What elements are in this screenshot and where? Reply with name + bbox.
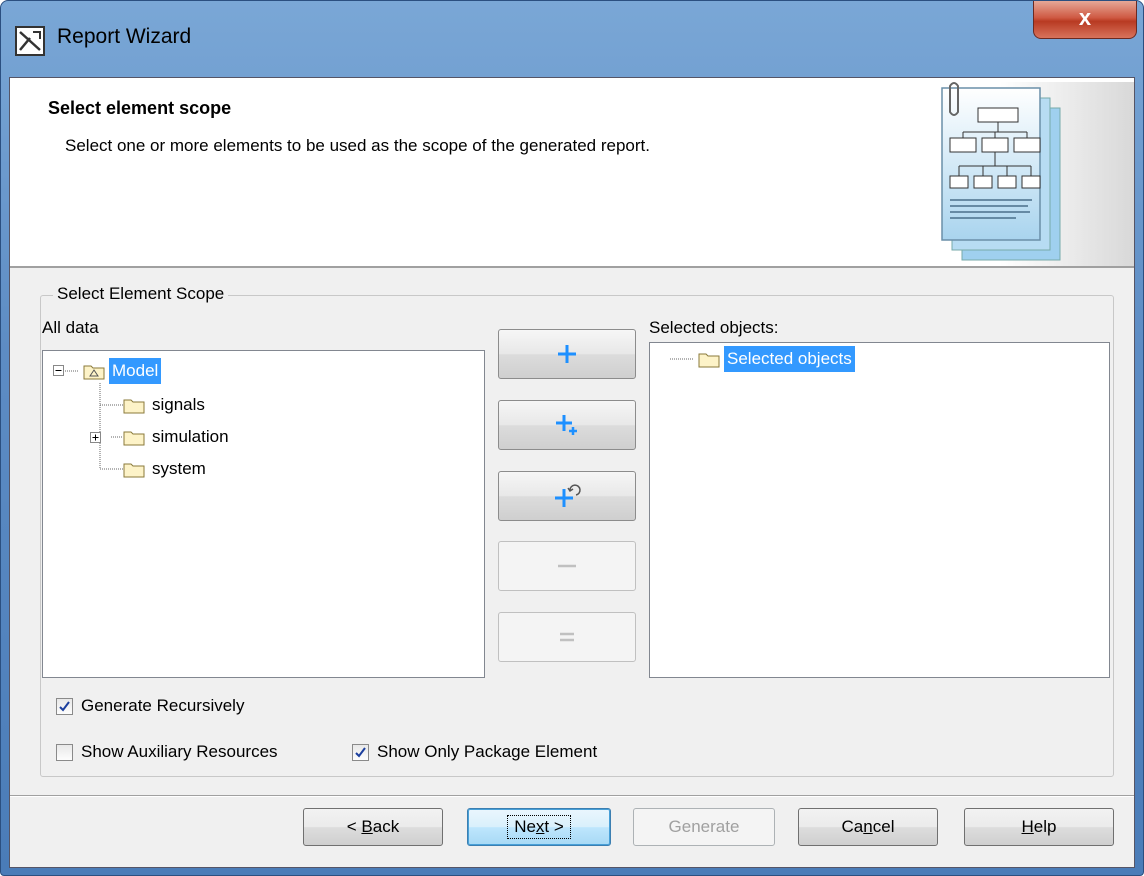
focus-ring: Next > bbox=[507, 815, 571, 839]
generate-button[interactable]: Generate bbox=[633, 808, 775, 846]
tree-node-label: Model bbox=[109, 358, 162, 384]
checkbox-box bbox=[56, 697, 73, 715]
checkbox-label: Generate Recursively bbox=[81, 696, 245, 715]
show-auxiliary-resources-checkbox[interactable]: Show Auxiliary Resources bbox=[56, 742, 278, 762]
app-icon bbox=[15, 26, 45, 56]
next-button[interactable]: Next > bbox=[467, 808, 611, 846]
add-recursive-button[interactable] bbox=[498, 400, 636, 450]
report-wizard-window: Report Wizard x Select element scope Sel… bbox=[0, 0, 1144, 876]
back-label-pre: < bbox=[346, 817, 362, 836]
page-description: Select one or more elements to be used a… bbox=[65, 136, 650, 155]
generate-recursively-checkbox[interactable]: Generate Recursively bbox=[56, 696, 244, 716]
close-icon: x bbox=[1078, 5, 1092, 30]
checkbox-box bbox=[56, 743, 73, 761]
cancel-mnemonic: n bbox=[863, 817, 873, 836]
scope-group-legend: Select Element Scope bbox=[53, 284, 229, 304]
checkbox-box bbox=[352, 743, 369, 761]
folder-icon bbox=[123, 399, 145, 413]
expand-icon[interactable] bbox=[90, 432, 101, 443]
help-button[interactable]: Help bbox=[964, 808, 1114, 846]
tree-connector bbox=[670, 358, 694, 360]
tree-node-label: Selected objects bbox=[724, 346, 855, 372]
tree-node-label: simulation bbox=[152, 427, 229, 446]
add-button[interactable] bbox=[498, 329, 636, 379]
checkbox-label: Show Only Package Element bbox=[377, 742, 598, 761]
remove-all-button[interactable] bbox=[498, 612, 636, 662]
checkmark-icon bbox=[59, 700, 70, 712]
back-button[interactable]: < Back bbox=[303, 808, 443, 846]
add-recursive-icon bbox=[556, 415, 577, 435]
remove-all-icon bbox=[560, 632, 574, 642]
back-label-post: ack bbox=[372, 817, 400, 836]
window-title: Report Wizard bbox=[57, 25, 192, 48]
tree-node-label: signals bbox=[152, 395, 205, 414]
all-data-tree[interactable]: Model signals simulation system bbox=[42, 350, 485, 678]
add-refresh-icon bbox=[555, 484, 581, 507]
back-mnemonic: B bbox=[361, 817, 373, 836]
generate-label: Generate bbox=[668, 817, 740, 836]
help-label-post: elp bbox=[1033, 817, 1057, 836]
tree-node-selected-objects[interactable]: Selected objects bbox=[698, 346, 855, 372]
selected-objects-tree[interactable]: Selected objects bbox=[649, 342, 1110, 678]
add-with-refresh-button[interactable] bbox=[498, 471, 636, 521]
report-document-icon bbox=[941, 82, 1134, 266]
title-bar[interactable]: Report Wizard x bbox=[1, 1, 1143, 77]
page-title: Select element scope bbox=[48, 98, 232, 118]
package-folder-icon bbox=[83, 365, 105, 379]
selected-objects-label: Selected objects: bbox=[649, 318, 779, 337]
tree-node-model[interactable]: Model bbox=[83, 358, 162, 384]
show-only-package-element-checkbox[interactable]: Show Only Package Element bbox=[352, 742, 597, 762]
wizard-header: Select element scope Select one or more … bbox=[10, 78, 1134, 268]
tree-connector bbox=[65, 370, 79, 372]
tree-node-simulation[interactable]: simulation bbox=[123, 425, 232, 449]
cancel-button[interactable]: Ca n cel bbox=[798, 808, 938, 846]
folder-icon bbox=[698, 353, 720, 367]
checkmark-icon bbox=[355, 746, 366, 758]
tree-node-signals[interactable]: signals bbox=[123, 393, 208, 417]
add-icon bbox=[558, 345, 576, 363]
folder-icon bbox=[123, 463, 145, 477]
next-label-post: t > bbox=[544, 817, 564, 836]
help-mnemonic: H bbox=[1021, 817, 1034, 836]
footer-separator bbox=[10, 795, 1134, 797]
close-button[interactable]: x bbox=[1033, 1, 1137, 39]
tree-node-system[interactable]: system bbox=[123, 457, 209, 481]
tree-node-label: system bbox=[152, 459, 206, 478]
checkbox-label: Show Auxiliary Resources bbox=[81, 742, 278, 761]
next-label-pre: Ne bbox=[514, 817, 536, 836]
remove-icon bbox=[558, 564, 576, 568]
cancel-label-post: cel bbox=[872, 817, 895, 836]
folder-icon bbox=[123, 431, 145, 445]
cancel-label-pre: Ca bbox=[841, 817, 864, 836]
all-data-label: All data bbox=[42, 318, 99, 337]
dialog-client-area: Select element scope Select one or more … bbox=[9, 77, 1135, 868]
remove-button[interactable] bbox=[498, 541, 636, 591]
collapse-icon[interactable] bbox=[53, 365, 64, 376]
